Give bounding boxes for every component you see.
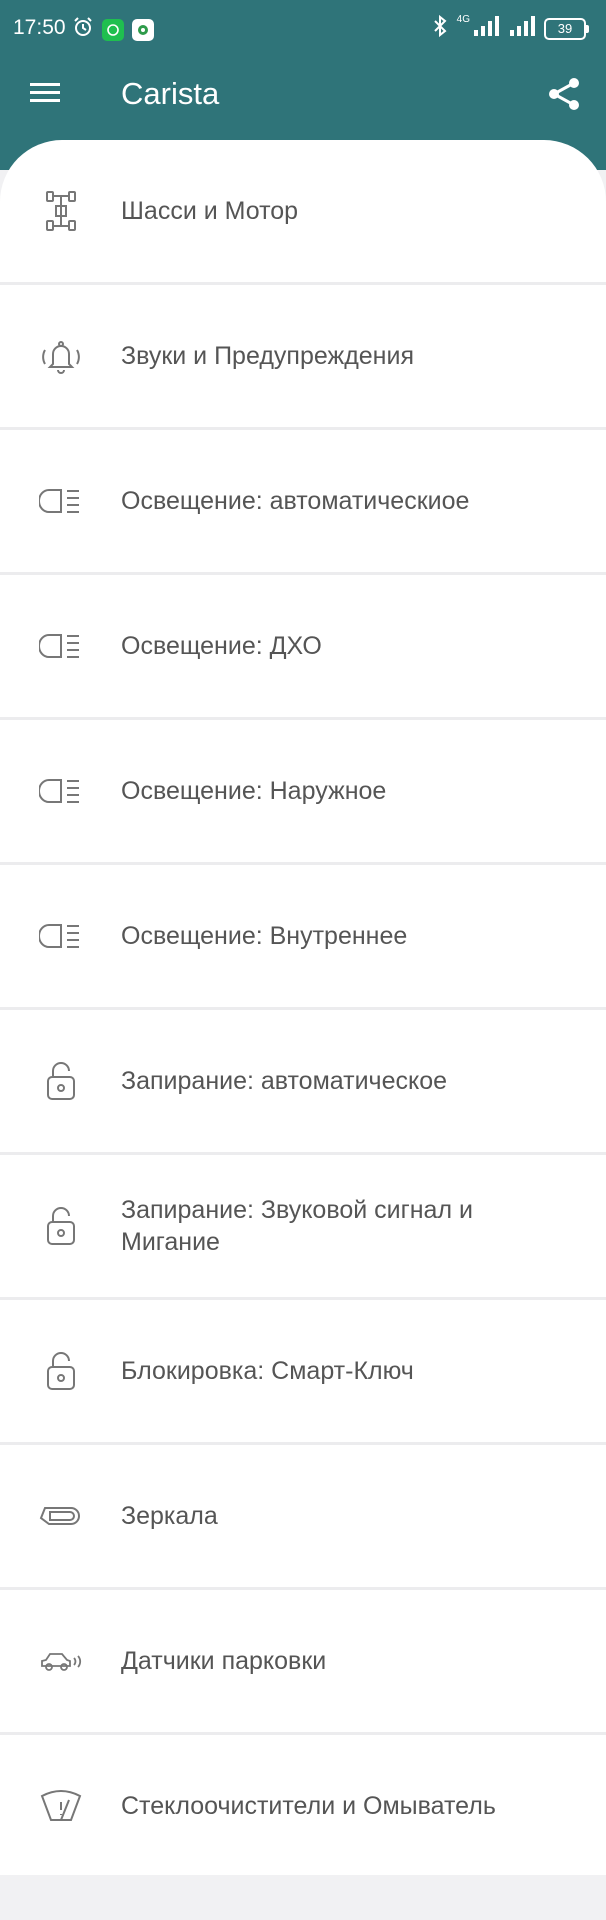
list-item-lighting-exterior[interactable]: Освещение: Наружное <box>0 720 606 865</box>
status-time: 17:50 <box>13 16 66 39</box>
alarm-icon <box>72 16 94 44</box>
list-item-label: Звуки и Предупреждения <box>121 342 414 370</box>
list-item-parking-sensors[interactable]: Датчики парковки <box>0 1590 606 1735</box>
settings-list: Шасси и Мотор Звуки и Предупреждения Осв… <box>0 140 606 1875</box>
app-notification-icon <box>132 19 154 41</box>
headlight-icon <box>38 913 84 959</box>
list-item-label: Освещение: автоматическиое <box>121 487 470 515</box>
list-item-label: Запирание: автоматическое <box>121 1067 448 1095</box>
headlight-icon <box>38 478 84 524</box>
signal-icon <box>472 16 500 42</box>
chassis-icon <box>38 188 84 234</box>
whatsapp-icon <box>102 19 124 41</box>
list-item-label: Освещение: ДХО <box>121 632 322 660</box>
status-bar: 17:50 4G 39 <box>0 0 606 58</box>
list-item-chassis-motor[interactable]: Шасси и Мотор <box>0 140 606 285</box>
status-icons-left <box>72 16 154 44</box>
network-type: 4G <box>456 14 470 25</box>
list-item-label: Освещение: Внутреннее <box>121 922 408 950</box>
bell-icon <box>38 333 84 379</box>
list-item-label: Освещение: Наружное <box>121 777 387 805</box>
list-item-label: Запирание: Звуковой сигнал и Мигание <box>121 1196 473 1256</box>
status-icons-right: 4G 39 <box>431 14 589 44</box>
list-item-label: Зеркала <box>121 1502 218 1530</box>
mirror-icon <box>38 1493 84 1539</box>
list-item-locking-smart-key[interactable]: Блокировка: Смарт-Ключ <box>0 1300 606 1445</box>
list-item-lighting-auto[interactable]: Освещение: автоматическиое <box>0 430 606 575</box>
headlight-icon <box>38 623 84 669</box>
list-item-locking-horn-flash[interactable]: Запирание: Звуковой сигнал и Мигание <box>0 1155 606 1300</box>
share-icon[interactable] <box>544 74 584 114</box>
battery-icon: 39 <box>544 18 589 40</box>
bluetooth-icon <box>431 14 449 44</box>
list-item-label: Шасси и Мотор <box>121 197 299 225</box>
list-item-label: Блокировка: Смарт-Ключ <box>121 1357 414 1385</box>
list-item-sounds-warnings[interactable]: Звуки и Предупреждения <box>0 285 606 430</box>
menu-icon[interactable] <box>28 78 64 108</box>
list-item-lighting-interior[interactable]: Освещение: Внутреннее <box>0 865 606 1010</box>
list-item-mirrors[interactable]: Зеркала <box>0 1445 606 1590</box>
list-item-label: Стеклоочистители и Омыватель <box>121 1792 496 1820</box>
parking-sensor-icon <box>38 1638 84 1684</box>
headlight-icon <box>38 768 84 814</box>
lock-icon <box>38 1203 84 1249</box>
content-sheet: Шасси и Мотор Звуки и Предупреждения Осв… <box>0 140 606 1875</box>
list-item-lighting-drl[interactable]: Освещение: ДХО <box>0 575 606 720</box>
lock-icon <box>38 1058 84 1104</box>
list-item-wipers-washer[interactable]: Стеклоочистители и Омыватель <box>0 1735 606 1875</box>
wiper-icon <box>38 1783 84 1829</box>
app-bar: Carista <box>0 58 606 130</box>
list-item-locking-auto[interactable]: Запирание: автоматическое <box>0 1010 606 1155</box>
app-title: Carista <box>121 76 220 111</box>
lock-icon <box>38 1348 84 1394</box>
list-item-label: Датчики парковки <box>121 1647 327 1675</box>
signal-icon <box>508 16 536 42</box>
